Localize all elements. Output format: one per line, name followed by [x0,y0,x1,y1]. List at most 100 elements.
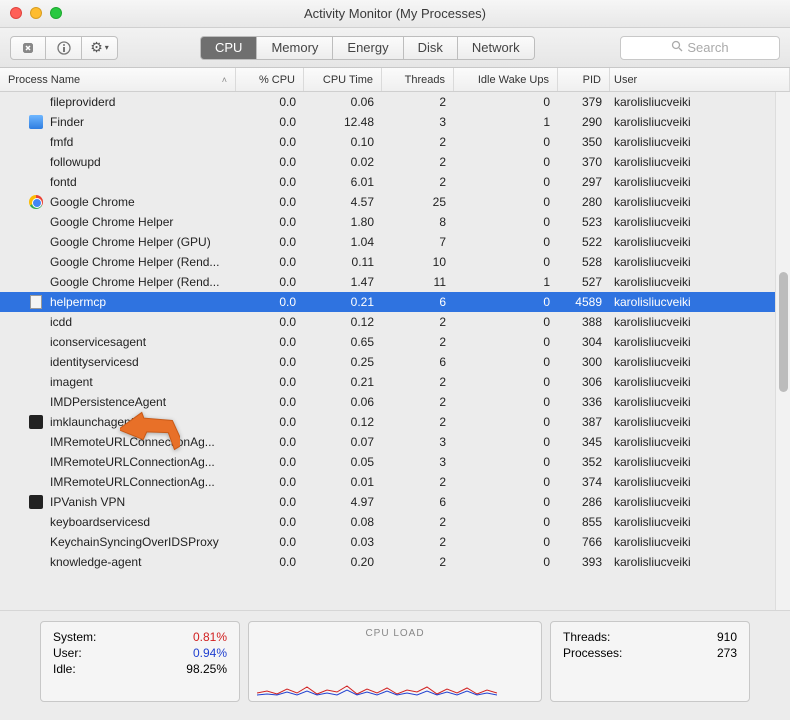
table-row[interactable]: IMRemoteURLConnectionAg...0.00.0730345ka… [0,432,775,452]
blank-icon [28,314,44,330]
cell-process-name: helpermcp [0,294,236,310]
process-name-text: followupd [50,155,101,169]
blank-icon [28,434,44,450]
counts-panel: Threads:910 Processes:273 [550,621,750,702]
table-row[interactable]: fileproviderd0.00.0620379karolisliucveik… [0,92,775,112]
blank-icon [28,554,44,570]
cell-idle: 0 [454,555,558,569]
titlebar: Activity Monitor (My Processes) [0,0,790,28]
tab-network[interactable]: Network [458,36,535,60]
cell-pid: 297 [558,175,610,189]
info-button[interactable] [46,36,82,60]
cell-cpu: 0.0 [236,375,304,389]
table-row[interactable]: Google Chrome Helper (Rend...0.01.471115… [0,272,775,292]
table-row[interactable]: Google Chrome0.04.57250280karolisliucvei… [0,192,775,212]
cell-idle: 0 [454,415,558,429]
user-label: User: [53,646,82,660]
table-row[interactable]: IMRemoteURLConnectionAg...0.00.0120374ka… [0,472,775,492]
cell-user: karolisliucveiki [610,435,775,449]
settings-menu-button[interactable]: ⚙▾ [82,36,118,60]
cell-idle: 0 [454,235,558,249]
tab-cpu[interactable]: CPU [200,36,257,60]
column-header-time[interactable]: CPU Time [304,68,382,91]
cell-threads: 6 [382,495,454,509]
processes-value: 273 [717,646,737,660]
table-row[interactable]: Google Chrome Helper (GPU)0.01.0470522ka… [0,232,775,252]
cell-time: 0.05 [304,455,382,469]
process-name-text: IMRemoteURLConnectionAg... [50,455,215,469]
cell-pid: 345 [558,435,610,449]
table-row[interactable]: helpermcp0.00.21604589karolisliucveiki [0,292,775,312]
cell-threads: 7 [382,235,454,249]
cell-idle: 0 [454,255,558,269]
cell-idle: 0 [454,495,558,509]
minimize-button[interactable] [30,7,42,19]
cell-threads: 6 [382,295,454,309]
cpu-usage-panel: System:0.81% User:0.94% Idle:98.25% [40,621,240,702]
cell-threads: 8 [382,215,454,229]
stop-process-button[interactable] [10,36,46,60]
cell-user: karolisliucveiki [610,335,775,349]
process-name-text: KeychainSyncingOverIDSProxy [50,535,219,549]
table-row[interactable]: Google Chrome Helper (Rend...0.00.111005… [0,252,775,272]
table-row[interactable]: iconservicesagent0.00.6520304karolisliuc… [0,332,775,352]
table-row[interactable]: fontd0.06.0120297karolisliucveiki [0,172,775,192]
cell-pid: 523 [558,215,610,229]
table-row[interactable]: Google Chrome Helper0.01.8080523karolisl… [0,212,775,232]
cell-pid: 388 [558,315,610,329]
cell-pid: 393 [558,555,610,569]
search-input[interactable]: Search [620,36,780,60]
cell-user: karolisliucveiki [610,535,775,549]
cell-threads: 2 [382,395,454,409]
cell-user: karolisliucveiki [610,135,775,149]
cell-time: 0.10 [304,135,382,149]
vertical-scrollbar[interactable] [775,92,790,610]
cell-time: 6.01 [304,175,382,189]
footer-panels: System:0.81% User:0.94% Idle:98.25% CPU … [0,610,790,720]
process-table: fileproviderd0.00.0620379karolisliucveik… [0,92,790,610]
close-button[interactable] [10,7,22,19]
table-row[interactable]: icdd0.00.1220388karolisliucveiki [0,312,775,332]
table-row[interactable]: identityservicesd0.00.2560300karolisliuc… [0,352,775,372]
cell-cpu: 0.0 [236,515,304,529]
scrollbar-thumb[interactable] [779,272,788,392]
process-name-text: helpermcp [50,295,106,309]
cell-threads: 2 [382,415,454,429]
cell-idle: 0 [454,155,558,169]
tab-energy[interactable]: Energy [333,36,403,60]
table-row[interactable]: KeychainSyncingOverIDSProxy0.00.0320766k… [0,532,775,552]
threads-value: 910 [717,630,737,644]
maximize-button[interactable] [50,7,62,19]
table-row[interactable]: knowledge-agent0.00.2020393karolisliucve… [0,552,775,572]
cell-process-name: KeychainSyncingOverIDSProxy [0,534,236,550]
table-row[interactable]: IPVanish VPN0.04.9760286karolisliucveiki [0,492,775,512]
column-header-cpu[interactable]: % CPU [236,68,304,91]
cell-cpu: 0.0 [236,535,304,549]
cpu-load-title: CPU LOAD [365,628,424,639]
table-row[interactable]: imagent0.00.2120306karolisliucveiki [0,372,775,392]
tab-memory[interactable]: Memory [257,36,333,60]
process-name-text: knowledge-agent [50,555,141,569]
table-row[interactable]: IMRemoteURLConnectionAg...0.00.0530352ka… [0,452,775,472]
cell-idle: 0 [454,335,558,349]
cell-process-name: IMRemoteURLConnectionAg... [0,434,236,450]
table-row[interactable]: keyboardservicesd0.00.0820855karolisliuc… [0,512,775,532]
column-header-pid[interactable]: PID [558,68,610,91]
table-row[interactable]: IMDPersistenceAgent0.00.0620336karolisli… [0,392,775,412]
table-row[interactable]: fmfd0.00.1020350karolisliucveiki [0,132,775,152]
column-header-idle[interactable]: Idle Wake Ups [454,68,558,91]
cell-time: 1.47 [304,275,382,289]
system-value: 0.81% [193,630,227,644]
column-header-threads[interactable]: Threads [382,68,454,91]
processes-label: Processes: [563,646,622,660]
cell-pid: 4589 [558,295,610,309]
activity-monitor-window: Activity Monitor (My Processes) ⚙▾ CPUMe… [0,0,790,720]
table-row[interactable]: Finder0.012.4831290karolisliucveiki [0,112,775,132]
column-header-user[interactable]: User [610,68,790,91]
column-header-name[interactable]: Process Name˄ [0,68,236,91]
table-row[interactable]: imklaunchagent0.00.1220387karolisliucvei… [0,412,775,432]
cell-cpu: 0.0 [236,175,304,189]
table-row[interactable]: followupd0.00.0220370karolisliucveiki [0,152,775,172]
tab-disk[interactable]: Disk [404,36,458,60]
process-name-text: fontd [50,175,77,189]
